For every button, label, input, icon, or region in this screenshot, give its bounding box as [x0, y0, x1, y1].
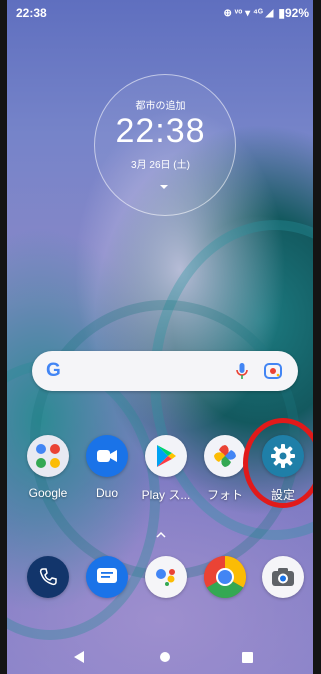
chrome-icon	[204, 556, 246, 598]
highlight-circle	[243, 418, 321, 508]
camera-icon	[262, 556, 304, 598]
duo-camera-glyph	[97, 450, 117, 462]
home-icon[interactable]	[160, 652, 170, 662]
assistant-icon	[145, 556, 187, 598]
messages-icon	[86, 556, 128, 598]
status-indicators: ⊕ ᵛᵒ ▾ ⁴ᴳ ◢ ▮92%	[223, 6, 309, 20]
app-google-folder[interactable]: Google	[18, 435, 78, 500]
battery-level: ▮92%	[278, 6, 309, 20]
camera-glyph	[272, 568, 294, 586]
app-drawer-caret-icon[interactable]	[156, 530, 166, 540]
google-folder-glyphs	[36, 444, 60, 468]
expand-caret-icon[interactable]	[160, 185, 168, 189]
assistant-dots-glyph	[156, 569, 175, 586]
dock-chrome[interactable]	[195, 556, 255, 598]
dock-phone[interactable]	[18, 556, 78, 598]
app-duo[interactable]: Duo	[77, 435, 137, 500]
home-screen: 22:38 ⊕ ᵛᵒ ▾ ⁴ᴳ ◢ ▮92% 都市の追加 22:38 3月 26…	[0, 0, 321, 674]
photos-pinwheel-icon	[204, 435, 246, 477]
app-label: Play ス...	[141, 488, 191, 502]
navigation-bar	[0, 640, 321, 674]
dock-messages[interactable]	[77, 556, 137, 598]
clock-time[interactable]: 22:38	[0, 112, 321, 151]
play-store-icon	[145, 435, 187, 477]
google-search-bar[interactable]: G	[32, 351, 298, 391]
signal-indicators: ⊕ ᵛᵒ ▾ ⁴ᴳ ◢	[223, 7, 274, 19]
lens-icon[interactable]	[263, 361, 283, 381]
back-icon[interactable]	[74, 651, 84, 663]
phone-glyph	[39, 568, 57, 586]
status-time: 22:38	[16, 6, 47, 20]
dock-camera[interactable]	[253, 556, 313, 598]
google-g-letter: G	[46, 360, 61, 381]
screen-edge-left	[0, 0, 7, 674]
app-label: Duo	[95, 486, 118, 500]
google-g-logo: G	[46, 361, 61, 381]
phone-icon	[27, 556, 69, 598]
status-bar: 22:38 ⊕ ᵛᵒ ▾ ⁴ᴳ ◢ ▮92%	[0, 0, 321, 26]
message-bubble-glyph	[97, 568, 117, 583]
app-play-store[interactable]: Play ス...	[136, 435, 196, 503]
play-triangle-glyph	[157, 445, 176, 467]
pinwheel-glyph	[214, 445, 236, 467]
app-label: フォト	[206, 488, 243, 502]
dock-assistant[interactable]	[136, 556, 196, 598]
duo-camera-icon	[86, 435, 128, 477]
add-city-label[interactable]: 都市の追加	[0, 97, 321, 112]
google-folder-icon	[27, 435, 69, 477]
clock-date[interactable]: 3月 26日 (土)	[0, 156, 321, 171]
mic-icon[interactable]	[232, 361, 252, 381]
screen-edge-right	[313, 0, 321, 674]
chrome-glyph	[204, 556, 246, 598]
app-label: Google	[28, 486, 68, 500]
recents-icon[interactable]	[242, 652, 253, 663]
